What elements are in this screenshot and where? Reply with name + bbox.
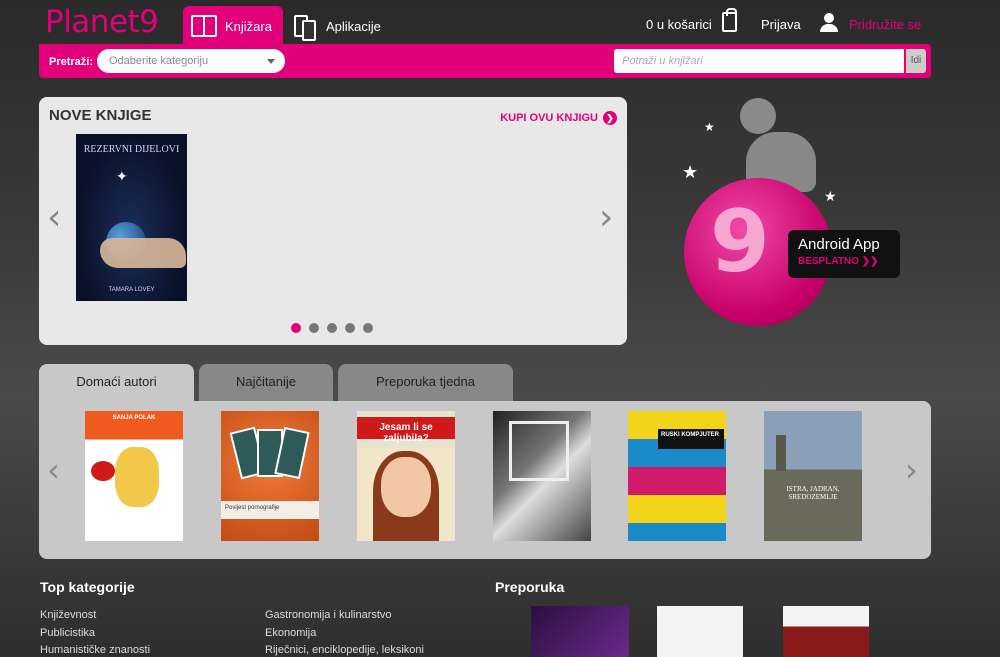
search-button[interactable]: Idi <box>906 49 926 73</box>
carousel-dots <box>291 323 373 333</box>
planet-nine: 9 <box>710 192 770 292</box>
carousel-dot[interactable] <box>327 323 337 333</box>
book-title: RUSKI KOMPJUTER <box>658 429 724 449</box>
face-illustration <box>381 457 431 517</box>
tab-aplikacije[interactable]: Aplikacije <box>290 6 400 46</box>
book-title: ISTRA, JADRAN, SREDOZEMLJE <box>786 485 840 501</box>
book-cover[interactable]: ISTRA, JADRAN, SREDOZEMLJE <box>764 411 862 541</box>
book-cover[interactable]: RUSKI KOMPJUTER <box>628 411 726 541</box>
shelf-next-arrow[interactable]: › <box>905 451 918 489</box>
book-cover[interactable] <box>493 411 591 541</box>
category-link[interactable]: Publicistika <box>40 627 95 639</box>
new-books-title: NOVE KNJIGE <box>49 107 152 124</box>
cart-icon[interactable] <box>722 8 737 32</box>
category-link[interactable]: Književnost <box>40 609 96 621</box>
carousel-dot[interactable] <box>345 323 355 333</box>
carousel-prev-arrow[interactable]: ‹ <box>47 197 61 238</box>
book-icon <box>191 15 217 37</box>
featured-book-title: REZERVNI DIJELOVI <box>83 144 180 155</box>
devices-icon <box>292 15 318 41</box>
android-app-label: Android App <box>798 236 880 253</box>
logo[interactable]: Planet9 <box>45 4 159 40</box>
recommended-book-cover[interactable] <box>657 606 743 657</box>
search-label: Pretraži: <box>49 56 94 68</box>
top-categories-heading: Top kategorije <box>40 579 135 595</box>
android-app-promo[interactable]: ★ ★ ★ 9 Android App BESPLATNO ❯❯ <box>680 92 920 332</box>
book-cover[interactable]: Povijest pornografije <box>221 411 319 541</box>
reader-figure-head <box>740 98 776 134</box>
carousel-next-arrow[interactable]: › <box>599 197 613 238</box>
star-icon: ★ <box>704 120 715 134</box>
join-link[interactable]: Pridružite se <box>849 17 921 32</box>
buy-book-link[interactable]: KUPI OVU KNJIGU ❯ <box>500 111 617 125</box>
new-books-carousel: NOVE KNJIGE KUPI OVU KNJIGU ❯ ‹ › REZERV… <box>39 97 627 345</box>
category-link[interactable]: Gastronomija i kulinarstvo <box>265 609 392 621</box>
category-select-value: Odaberite kategoriju <box>109 55 209 67</box>
hand-illustration <box>100 238 186 268</box>
star-icon: ★ <box>824 188 837 204</box>
android-free-label: BESPLATNO ❯❯ <box>798 256 879 267</box>
tab-najcitanije[interactable]: Najčitanije <box>199 364 333 402</box>
recommended-book-cover[interactable] <box>783 606 869 657</box>
tab-domaci-autori[interactable]: Domaći autori <box>39 364 194 402</box>
recommendation-heading: Preporuka <box>495 579 565 595</box>
kid-illustration <box>115 447 159 507</box>
login-link[interactable]: Prijava <box>761 17 801 32</box>
book-cover[interactable]: Jesam li se zaljubila? <box>357 411 455 541</box>
featured-book-cover[interactable]: REZERVNI DIJELOVI ✦ TAMARA LOVEY <box>76 134 187 301</box>
star-icon: ✦ <box>116 168 128 184</box>
recommended-book-cover[interactable] <box>531 606 629 657</box>
category-link[interactable]: Ekonomija <box>265 627 316 639</box>
featured-book-author: TAMARA LOVEY <box>108 287 155 293</box>
book-shelf: ‹ › SANJA POLAK Povijest pornografije Je… <box>39 401 931 559</box>
tab-preporuka-tjedna[interactable]: Preporuka tjedna <box>338 364 513 402</box>
user-icon <box>820 13 838 33</box>
book-cover[interactable]: SANJA POLAK <box>85 411 183 541</box>
star-icon: ★ <box>682 162 699 182</box>
tower-illustration <box>776 435 786 471</box>
search-input[interactable] <box>614 49 904 73</box>
carousel-dot[interactable] <box>309 323 319 333</box>
top-bar: Planet9 Knjižara Aplikacije 0 u košarici… <box>0 0 1000 46</box>
cart-link[interactable]: 0 u košarici <box>646 17 712 32</box>
buy-book-label: KUPI OVU KNJIGU <box>500 112 598 124</box>
book-title: Jesam li se zaljubila? <box>357 417 455 444</box>
category-select[interactable]: Odaberite kategoriju <box>97 49 285 73</box>
carousel-dot[interactable] <box>291 323 301 333</box>
android-app-badge[interactable]: Android App BESPLATNO ❯❯ <box>788 230 900 278</box>
book-title: Povijest pornografije <box>221 501 319 519</box>
cap-illustration <box>91 461 115 481</box>
tab-knjizara-label: Knjižara <box>225 18 272 34</box>
search-bar: Pretraži: Odaberite kategoriju Idi <box>39 44 931 78</box>
chevron-right-icon: ❯ <box>603 111 617 125</box>
window-illustration <box>509 421 569 481</box>
category-link[interactable]: Riječnici, enciklopedije, leksikoni <box>265 644 424 656</box>
carousel-dot[interactable] <box>363 323 373 333</box>
tab-aplikacije-label: Aplikacije <box>326 18 381 34</box>
category-link[interactable]: Humanističke znanosti <box>40 644 150 656</box>
book-author: SANJA POLAK <box>112 415 156 421</box>
tab-knjizara[interactable]: Knjižara <box>183 6 283 46</box>
chevron-down-icon <box>267 59 275 64</box>
shelf-prev-arrow[interactable]: ‹ <box>47 451 60 489</box>
